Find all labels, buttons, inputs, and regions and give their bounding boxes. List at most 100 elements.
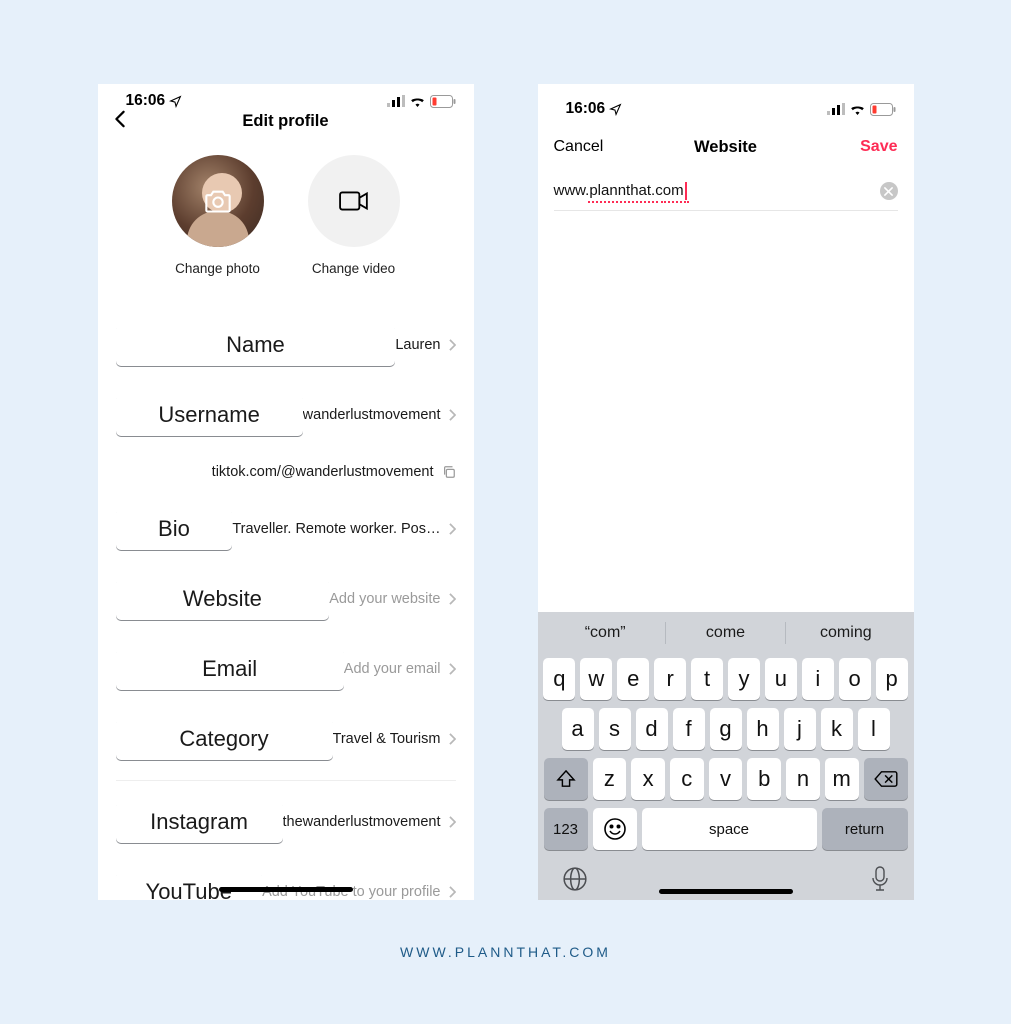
shift-icon	[556, 770, 576, 788]
nav-header: Edit profile	[98, 110, 474, 133]
row-name[interactable]: Name Lauren	[98, 310, 474, 380]
letter-key-g[interactable]: g	[710, 708, 742, 750]
backspace-icon	[874, 770, 898, 788]
row-label: Website	[116, 578, 330, 620]
keyboard-suggestion[interactable]: “com”	[546, 624, 665, 642]
letter-key-m[interactable]: m	[825, 758, 859, 800]
copy-icon	[442, 465, 456, 479]
keyboard-row-4: 123 space return	[542, 808, 910, 850]
chevron-right-icon	[449, 523, 456, 535]
cellular-icon	[387, 95, 405, 107]
letter-key-j[interactable]: j	[784, 708, 816, 750]
back-button[interactable]	[114, 110, 184, 133]
status-time: 16:06	[126, 92, 166, 110]
row-label: Bio	[116, 508, 233, 550]
letter-key-o[interactable]: o	[839, 658, 871, 700]
letter-key-q[interactable]: q	[543, 658, 575, 700]
letter-key-b[interactable]: b	[747, 758, 781, 800]
row-label: YouTube	[116, 871, 263, 900]
row-value: Lauren	[395, 337, 440, 353]
camera-icon	[204, 189, 232, 213]
emoji-key[interactable]	[593, 808, 637, 850]
letter-key-w[interactable]: w	[580, 658, 612, 700]
letter-key-i[interactable]: i	[802, 658, 834, 700]
letter-key-h[interactable]: h	[747, 708, 779, 750]
chevron-right-icon	[449, 816, 456, 828]
change-video-button[interactable]: Change video	[308, 155, 400, 276]
letter-key-k[interactable]: k	[821, 708, 853, 750]
ios-keyboard: “com” come coming qwertyuiop asdfghjkl z…	[538, 612, 914, 900]
chevron-right-icon	[449, 593, 456, 605]
letter-key-d[interactable]: d	[636, 708, 668, 750]
video-circle	[308, 155, 400, 247]
letter-key-n[interactable]: n	[786, 758, 820, 800]
keyboard-suggestion[interactable]: coming	[786, 624, 905, 642]
clear-input-button[interactable]	[880, 182, 898, 200]
row-instagram[interactable]: Instagram thewanderlustmovement	[98, 787, 474, 857]
row-label: Email	[116, 648, 344, 690]
battery-low-icon	[430, 95, 456, 108]
numeric-key[interactable]: 123	[544, 808, 588, 850]
backspace-key[interactable]	[864, 758, 908, 800]
chevron-left-icon	[114, 110, 126, 128]
letter-key-s[interactable]: s	[599, 708, 631, 750]
microphone-icon[interactable]	[870, 866, 890, 892]
avatar	[172, 155, 264, 247]
row-youtube[interactable]: YouTube Add YouTube to your profile	[98, 857, 474, 900]
row-profile-url[interactable]: tiktok.com/@wanderlustmovement	[98, 450, 474, 494]
location-arrow-icon	[609, 103, 622, 116]
row-label: Name	[116, 324, 396, 366]
status-time: 16:06	[566, 100, 606, 118]
change-photo-button[interactable]: Change photo	[172, 155, 264, 276]
letter-key-r[interactable]: r	[654, 658, 686, 700]
save-button[interactable]: Save	[828, 138, 898, 156]
letter-key-c[interactable]: c	[670, 758, 704, 800]
wifi-icon	[849, 103, 866, 115]
letter-key-l[interactable]: l	[858, 708, 890, 750]
letter-key-t[interactable]: t	[691, 658, 723, 700]
location-arrow-icon	[169, 95, 182, 108]
row-value: Traveller. Remote worker. Pos…	[232, 521, 440, 537]
keyboard-row-2: asdfghjkl	[542, 708, 910, 750]
website-input[interactable]: www.plannthat.com	[554, 176, 898, 211]
return-key[interactable]: return	[822, 808, 908, 850]
emoji-icon	[603, 817, 627, 841]
divider	[116, 780, 456, 781]
home-indicator[interactable]	[219, 887, 353, 892]
shift-key[interactable]	[544, 758, 588, 800]
letter-key-v[interactable]: v	[709, 758, 743, 800]
row-value: wanderlustmovement	[303, 407, 441, 423]
cancel-button[interactable]: Cancel	[554, 138, 624, 156]
wifi-icon	[409, 95, 426, 107]
home-indicator[interactable]	[659, 889, 793, 894]
row-placeholder: Add your email	[344, 661, 441, 677]
x-icon	[884, 187, 893, 196]
letter-key-y[interactable]: y	[728, 658, 760, 700]
letter-key-p[interactable]: p	[876, 658, 908, 700]
footer-brand-link[interactable]: WWW.PLANNTHAT.COM	[400, 944, 611, 960]
letter-key-z[interactable]: z	[593, 758, 627, 800]
row-email[interactable]: Email Add your email	[98, 634, 474, 704]
row-bio[interactable]: Bio Traveller. Remote worker. Pos…	[98, 494, 474, 564]
website-input-value: www.plannthat.com	[554, 182, 684, 199]
chevron-right-icon	[449, 339, 456, 351]
keyboard-suggestion[interactable]: come	[666, 624, 785, 642]
row-category[interactable]: Category Travel & Tourism	[98, 704, 474, 774]
letter-key-f[interactable]: f	[673, 708, 705, 750]
chevron-right-icon	[449, 663, 456, 675]
letter-key-e[interactable]: e	[617, 658, 649, 700]
row-label: Username	[116, 394, 303, 436]
change-video-label: Change video	[312, 261, 395, 276]
space-key[interactable]: space	[642, 808, 817, 850]
letter-key-u[interactable]: u	[765, 658, 797, 700]
row-label: Instagram	[116, 801, 283, 843]
nav-header: Cancel Website Save	[538, 126, 914, 168]
letter-key-a[interactable]: a	[562, 708, 594, 750]
row-website[interactable]: Website Add your website	[98, 564, 474, 634]
status-bar: 16:06	[538, 92, 914, 126]
change-photo-label: Change photo	[175, 261, 260, 276]
page-title: Website	[694, 138, 757, 157]
globe-icon[interactable]	[562, 866, 588, 892]
letter-key-x[interactable]: x	[631, 758, 665, 800]
row-username[interactable]: Username wanderlustmovement	[98, 380, 474, 450]
